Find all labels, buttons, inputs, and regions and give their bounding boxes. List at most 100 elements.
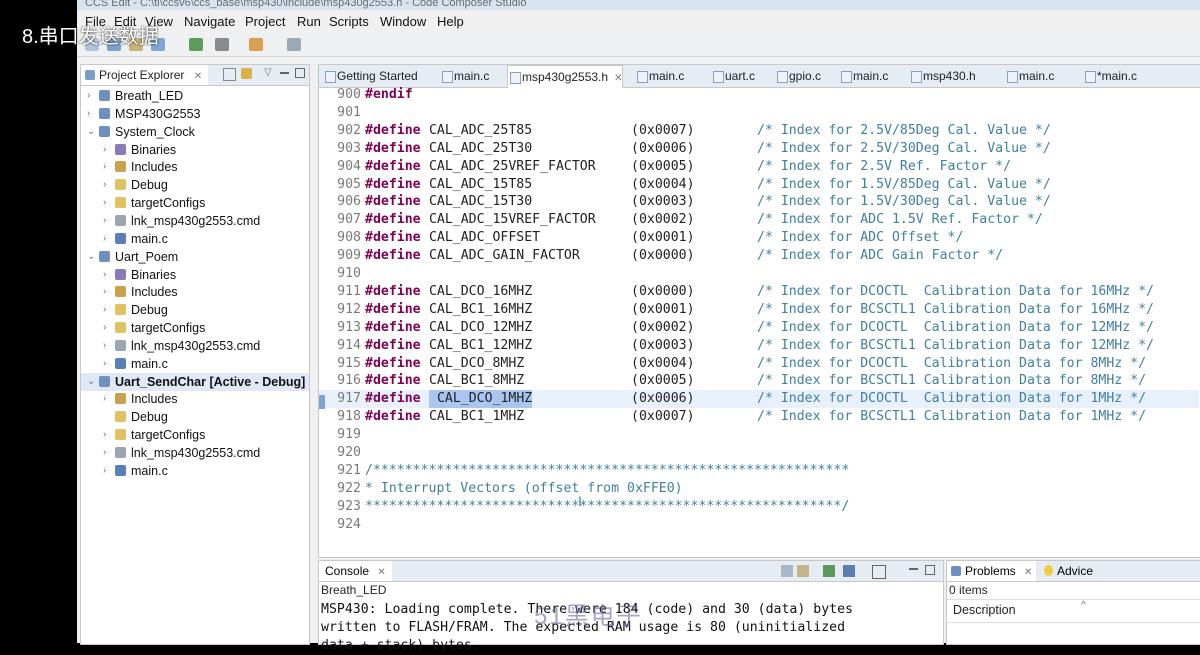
tree-item[interactable]: › Binaries	[81, 141, 309, 159]
twisty-icon[interactable]: ›	[103, 141, 106, 159]
twisty-icon[interactable]: ›	[103, 194, 106, 212]
tree-item[interactable]: ⌄ Uart_SendChar [Active - Debug]	[81, 372, 309, 391]
twisty-icon[interactable]: ›	[103, 462, 106, 480]
twisty-icon[interactable]: ⌄	[87, 373, 95, 391]
minimize-icon[interactable]	[280, 72, 289, 74]
twisty-icon[interactable]: ›	[103, 176, 106, 194]
code-line[interactable]: 905 #define CAL_ADC_15T85 (0x0004) /* Index…	[319, 176, 1199, 194]
code-line[interactable]: 924	[319, 516, 1199, 534]
menu-project[interactable]: Project	[245, 14, 285, 29]
twisty-icon[interactable]: ›	[103, 337, 106, 355]
editor-tab[interactable]: main.c	[635, 65, 684, 87]
menu-navigate[interactable]: Navigate	[184, 14, 235, 29]
close-icon[interactable]: ✕	[377, 567, 385, 578]
tree-item[interactable]: › main.c	[81, 230, 309, 248]
twisty-icon[interactable]: ›	[103, 355, 106, 373]
twisty-icon[interactable]: ›	[87, 87, 90, 105]
code-line[interactable]: 911 #define CAL_DCO_16MHZ (0x0000) /* Index…	[319, 283, 1199, 301]
tree-item[interactable]: ⌄ System_Clock	[81, 123, 309, 141]
close-icon[interactable]: ✕	[194, 71, 202, 82]
twisty-icon[interactable]: ›	[103, 212, 106, 230]
menu-run[interactable]: Run	[297, 14, 321, 29]
tree-item[interactable]: ⌄ Uart_Poem	[81, 248, 309, 266]
code-line[interactable]: 918 #define CAL_BC1_1MHZ (0x0007) /* Index …	[319, 408, 1199, 426]
code-line[interactable]: 917 #define CAL_DCO_1MHZ (0x0006) /* Index …	[319, 390, 1199, 409]
tree-item[interactable]: › targetConfigs	[81, 319, 309, 337]
link-editor-icon[interactable]	[241, 68, 252, 79]
tree-item[interactable]: › Breath_LED	[81, 87, 309, 105]
collapse-all-icon[interactable]	[223, 68, 236, 81]
maximize-icon[interactable]	[925, 565, 935, 575]
tree-item[interactable]: › Debug	[81, 176, 309, 194]
editor-tab[interactable]: msp430g2553.h ✕	[507, 65, 624, 88]
twisty-icon[interactable]: ›	[103, 301, 106, 319]
tree-item[interactable]: › targetConfigs	[81, 194, 309, 212]
code-line[interactable]: 901	[319, 104, 1199, 122]
twisty-icon[interactable]: ›	[103, 266, 106, 284]
menu-scripts[interactable]: Scripts	[329, 14, 369, 29]
close-icon[interactable]: ✕	[1024, 567, 1032, 578]
tree-item[interactable]: › lnk_msp430g2553.cmd	[81, 212, 309, 230]
code-line[interactable]: 914 #define CAL_BC1_12MHZ (0x0003) /* Index…	[319, 337, 1199, 355]
advice-tab[interactable]: Advice	[1043, 561, 1093, 581]
twisty-icon[interactable]: ›	[103, 158, 106, 176]
console-tab[interactable]: Console ✕	[319, 561, 392, 581]
view-icon[interactable]	[287, 38, 301, 51]
twisty-icon[interactable]: ›	[103, 426, 106, 444]
pin-console-icon[interactable]	[823, 565, 835, 577]
editor-tab[interactable]: main.c	[839, 65, 888, 87]
code-line[interactable]: 903 #define CAL_ADC_25T30 (0x0006) /* Index…	[319, 140, 1199, 158]
code-line[interactable]: 916 #define CAL_BC1_8MHZ (0x0005) /* Index …	[319, 372, 1199, 390]
editor-tab[interactable]: *main.c	[1083, 65, 1137, 87]
code-line[interactable]: 910	[319, 265, 1199, 283]
twisty-icon[interactable]: ›	[103, 283, 106, 301]
code-line[interactable]: 921/************************************…	[319, 462, 1199, 480]
refresh-icon[interactable]	[189, 38, 203, 51]
editor-tab[interactable]: uart.c	[711, 65, 755, 87]
code-line[interactable]: 900 #endif	[319, 86, 1199, 104]
close-icon[interactable]: ✕	[614, 73, 622, 84]
tree-item[interactable]: Debug	[81, 408, 309, 426]
tree-item[interactable]: › MSP430G2553	[81, 105, 309, 123]
minimize-icon[interactable]	[909, 568, 918, 570]
tree-item[interactable]: › Binaries	[81, 266, 309, 284]
code-line[interactable]: 912 #define CAL_BC1_16MHZ (0x0001) /* Index…	[319, 301, 1199, 319]
open-console-icon[interactable]	[872, 565, 886, 579]
editor-tab[interactable]: main.c	[1005, 65, 1054, 87]
menu-window[interactable]: Window	[380, 14, 426, 29]
display-console-icon[interactable]	[843, 565, 855, 577]
code-line[interactable]: 908 #define CAL_ADC_OFFSET (0x0001) /* Inde…	[319, 229, 1199, 247]
tree-item[interactable]: › Includes	[81, 158, 309, 176]
twisty-icon[interactable]: ›	[87, 105, 90, 123]
twisty-icon[interactable]: ⌄	[87, 123, 95, 141]
code-line[interactable]: 906 #define CAL_ADC_15T30 (0x0003) /* Index…	[319, 193, 1199, 211]
editor-tab[interactable]: main.c	[440, 65, 489, 87]
code-line[interactable]: 904 #define CAL_ADC_25VREF_FACTOR (0x0005)…	[319, 158, 1199, 176]
maximize-icon[interactable]	[295, 68, 305, 78]
view-menu-icon[interactable]: ▽	[264, 67, 272, 78]
code-line[interactable]: 915 #define CAL_DCO_8MHZ (0x0004) /* Index …	[319, 355, 1199, 373]
editor-tab[interactable]: msp430.h	[909, 65, 976, 87]
tree-item[interactable]: › main.c	[81, 462, 309, 480]
twisty-icon[interactable]: ⌄	[87, 248, 95, 266]
code-line[interactable]: 920	[319, 444, 1199, 462]
tree-item[interactable]: › targetConfigs	[81, 426, 309, 444]
code-line[interactable]: 909 #define CAL_ADC_GAIN_FACTOR (0x0000) /*…	[319, 247, 1199, 265]
tree-item[interactable]: › Debug	[81, 301, 309, 319]
tree-item[interactable]: › Includes	[81, 390, 309, 408]
clear-console-icon[interactable]	[781, 565, 793, 577]
problems-tab[interactable]: Problems ✕	[947, 561, 1037, 581]
tree-item[interactable]: › Includes	[81, 283, 309, 301]
code-line[interactable]: 913 #define CAL_DCO_12MHZ (0x0002) /* Index…	[319, 319, 1199, 337]
tree-item[interactable]: › main.c	[81, 355, 309, 373]
editor-tab[interactable]: gpio.c	[775, 65, 821, 87]
code-line[interactable]: 919	[319, 426, 1199, 444]
tree-item[interactable]: › lnk_msp430g2553.cmd	[81, 337, 309, 355]
twisty-icon[interactable]: ›	[103, 444, 106, 462]
twisty-icon[interactable]: ›	[103, 319, 106, 337]
code-line[interactable]: 907 #define CAL_ADC_15VREF_FACTOR (0x0002)…	[319, 211, 1199, 229]
code-line[interactable]: 902 #define CAL_ADC_25T85 (0x0007) /* Index…	[319, 122, 1199, 140]
editor-tab[interactable]: Getting Started	[323, 65, 418, 87]
scroll-lock-icon[interactable]	[797, 565, 809, 577]
tree-item[interactable]: › lnk_msp430g2553.cmd	[81, 444, 309, 462]
